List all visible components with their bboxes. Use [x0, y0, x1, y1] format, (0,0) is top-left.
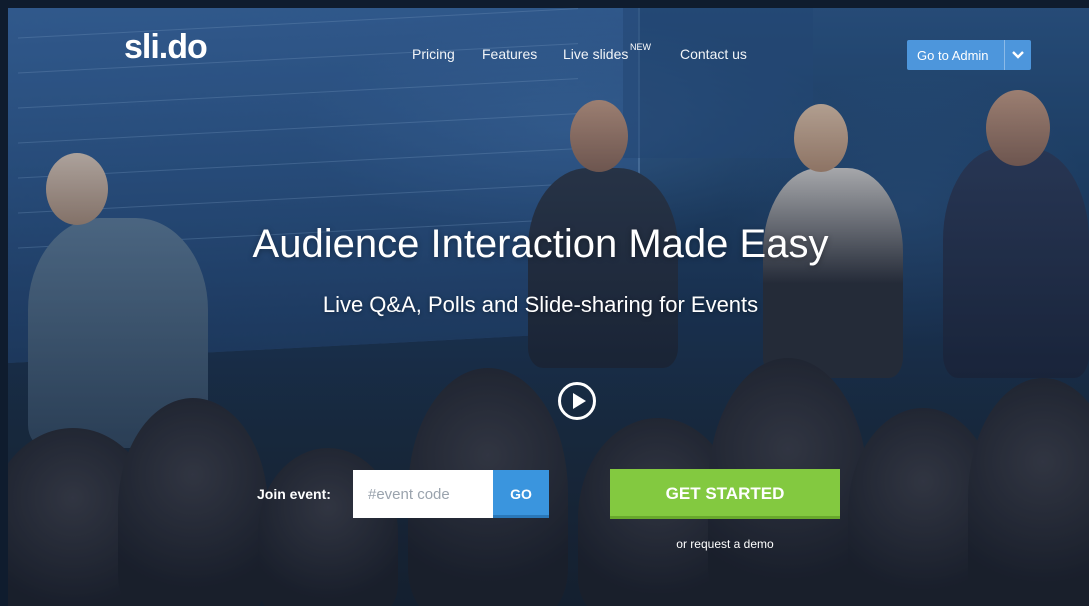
get-started-button[interactable]: GET STARTED: [610, 469, 840, 519]
nav-live-slides[interactable]: Live slides: [563, 46, 628, 62]
nav-contact-us[interactable]: Contact us: [680, 46, 747, 62]
go-to-admin-button[interactable]: Go to Admin: [907, 40, 1031, 70]
nav-pricing[interactable]: Pricing: [412, 46, 455, 62]
event-code-input[interactable]: [353, 470, 493, 518]
slido-logo[interactable]: sli.do: [124, 28, 208, 67]
request-demo-link[interactable]: or request a demo: [610, 537, 840, 551]
go-button[interactable]: GO: [493, 470, 549, 518]
play-triangle: [573, 393, 586, 409]
new-badge: NEW: [630, 42, 651, 52]
go-to-admin-label: Go to Admin: [917, 47, 989, 63]
join-event-label: Join event:: [257, 486, 331, 502]
hero-subheadline: Live Q&A, Polls and Slide-sharing for Ev…: [322, 292, 759, 317]
hero-headline: Audience Interaction Made Easy: [252, 222, 829, 266]
nav-features[interactable]: Features: [482, 46, 537, 62]
play-icon[interactable]: [558, 382, 596, 420]
chevron-down-icon[interactable]: [1004, 40, 1031, 70]
